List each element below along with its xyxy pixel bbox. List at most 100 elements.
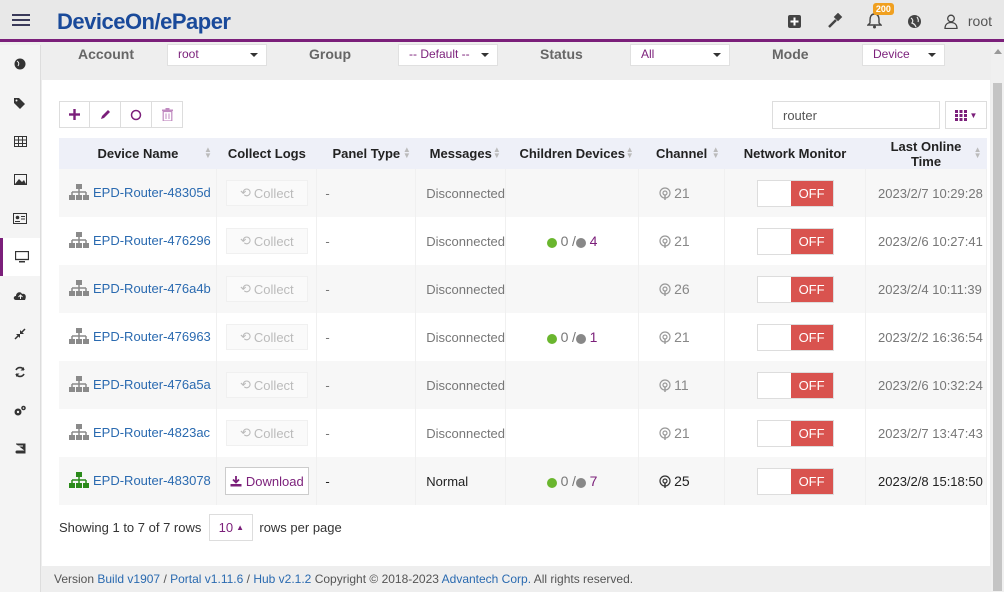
- network-monitor-toggle[interactable]: OFF: [756, 371, 834, 399]
- app-logo: DeviceOn/ePaper: [57, 9, 231, 34]
- columns-toggle-button[interactable]: ▼: [945, 101, 987, 129]
- plus-icon: [69, 109, 80, 120]
- bell-icon[interactable]: 200: [864, 3, 894, 32]
- company-link[interactable]: Advantech Corp.: [442, 572, 531, 586]
- search-input[interactable]: [772, 101, 940, 129]
- mode-label: Mode: [772, 46, 809, 62]
- sidebar-item-dashboard[interactable]: [0, 45, 40, 84]
- channel-icon: [659, 425, 674, 441]
- online-dot-icon: [547, 333, 557, 344]
- user-icon[interactable]: [940, 10, 962, 32]
- sidebar-item-sync[interactable]: [0, 353, 40, 392]
- device-name-cell: EPD-Router-483078: [59, 457, 218, 505]
- network-router-icon: [69, 327, 89, 347]
- col-last-online-time[interactable]: Last Online Time ▲ ▼: [866, 138, 987, 169]
- collect-button[interactable]: ⟲ Collect: [225, 372, 308, 398]
- device-link[interactable]: EPD-Router-48305d: [93, 184, 211, 199]
- network-monitor-toggle[interactable]: OFF: [756, 227, 834, 255]
- col-children-devices[interactable]: Children Devices ▲ ▼: [506, 138, 639, 169]
- menu-icon[interactable]: [12, 11, 30, 29]
- network-monitor-cell: OFF: [724, 409, 867, 457]
- add-icon[interactable]: [784, 10, 806, 32]
- history-icon: ⟲: [240, 281, 251, 296]
- network-monitor-toggle[interactable]: OFF: [756, 275, 834, 303]
- pencil-icon: [100, 110, 110, 119]
- col-device-name[interactable]: Device Name ▲ ▼: [59, 138, 217, 169]
- user-name[interactable]: root: [968, 13, 992, 29]
- circle-button[interactable]: [121, 101, 152, 128]
- channel-cell: 26: [638, 265, 726, 313]
- chevron-down-icon: [928, 53, 936, 57]
- table-header: Device Name ▲ ▼ Collect Logs Panel Type ▲ ▼ …: [59, 138, 987, 169]
- device-link[interactable]: EPD-Router-476a5a: [93, 376, 211, 391]
- table-row: EPD-Router-476a5a ⟲ Collect - Disconnected 11…: [59, 361, 987, 409]
- status-label: Status: [540, 46, 583, 62]
- group-select[interactable]: -- Default --: [398, 44, 498, 66]
- panel-type-cell: -: [316, 409, 417, 457]
- children-devices-cell: [505, 409, 640, 457]
- edit-button[interactable]: [90, 101, 121, 128]
- panel-type-cell: -: [316, 361, 417, 409]
- channel-icon: [659, 473, 674, 489]
- network-monitor-toggle[interactable]: OFF: [756, 419, 834, 447]
- top-actions: 200 root: [766, 3, 992, 32]
- network-router-icon: [69, 471, 89, 491]
- sidebar-item-table[interactable]: [0, 122, 40, 161]
- col-messages[interactable]: Messages ▲ ▼: [416, 138, 506, 169]
- sidebar-item-settings[interactable]: [0, 392, 40, 431]
- network-monitor-cell: OFF: [724, 313, 867, 361]
- history-icon: ⟲: [240, 233, 251, 248]
- device-link[interactable]: EPD-Router-4823ac: [93, 424, 210, 439]
- account-select[interactable]: root: [167, 44, 267, 66]
- sidebar-item-tags[interactable]: [0, 84, 40, 123]
- message-cell: Disconnected: [415, 169, 507, 217]
- rows-per-page-label: rows per page: [259, 520, 342, 535]
- network-monitor-toggle[interactable]: OFF: [756, 323, 834, 351]
- col-channel[interactable]: Channel ▲ ▼: [639, 138, 725, 169]
- delete-button[interactable]: [152, 101, 183, 128]
- device-link[interactable]: EPD-Router-483078: [93, 472, 211, 487]
- device-panel: ▼ Device Name▲▼ Collect Logs Panel Type▲…: [42, 80, 990, 566]
- col-panel-type[interactable]: Panel Type ▲ ▼: [317, 138, 416, 169]
- sidebar-item-docs[interactable]: [0, 430, 40, 469]
- globe-icon[interactable]: [904, 10, 926, 32]
- network-monitor-toggle[interactable]: OFF: [756, 467, 834, 495]
- device-link[interactable]: EPD-Router-476963: [93, 328, 211, 343]
- channel-icon: [659, 281, 674, 297]
- download-button[interactable]: Download: [224, 467, 309, 495]
- add-button[interactable]: [59, 101, 90, 128]
- device-link[interactable]: EPD-Router-476296: [93, 232, 211, 247]
- sidebar-item-devices[interactable]: [0, 237, 40, 276]
- children-devices-cell: [505, 265, 640, 313]
- offline-dot-icon: [575, 477, 586, 488]
- network-monitor-toggle[interactable]: OFF: [756, 179, 834, 207]
- sidebar-item-cards[interactable]: [0, 199, 40, 238]
- device-link[interactable]: EPD-Router-476a4b: [93, 280, 211, 295]
- page-scrollbar[interactable]: [991, 45, 1004, 592]
- collect-button[interactable]: ⟲ Collect: [225, 180, 308, 206]
- collect-button[interactable]: ⟲ Collect: [225, 276, 308, 302]
- footer: Version Build v1907 / Portal v1.11.6 / H…: [54, 572, 634, 586]
- build-link[interactable]: Build v1907: [97, 572, 160, 586]
- portal-link[interactable]: Portal v1.11.6: [170, 572, 243, 586]
- collect-button[interactable]: ⟲ Collect: [225, 228, 308, 254]
- device-name-cell: EPD-Router-48305d: [59, 169, 218, 217]
- page-size-select[interactable]: 10 ▲: [209, 514, 254, 541]
- panel-type-cell: -: [316, 457, 417, 505]
- mode-select[interactable]: Device: [862, 44, 945, 66]
- collect-button[interactable]: ⟲ Collect: [225, 324, 308, 350]
- collect-logs-cell: ⟲ Collect: [216, 169, 318, 217]
- panel-type-cell: -: [316, 313, 417, 361]
- sidebar-item-cloud[interactable]: [0, 276, 40, 315]
- collect-logs-cell: ⟲ Collect: [216, 217, 318, 265]
- collect-button[interactable]: ⟲ Collect: [225, 420, 308, 446]
- account-label: Account: [78, 46, 134, 62]
- status-select[interactable]: All: [630, 44, 730, 66]
- sidebar-item-compress[interactable]: [0, 315, 40, 354]
- device-name-cell: EPD-Router-4823ac: [59, 409, 218, 457]
- sort-icon: ▲ ▼: [625, 145, 634, 160]
- hub-link[interactable]: Hub v2.1.2: [253, 572, 311, 586]
- tools-icon[interactable]: [824, 10, 846, 32]
- last-online-cell: 2023/2/7 13:47:43: [865, 409, 987, 457]
- sidebar-item-images[interactable]: [0, 161, 40, 200]
